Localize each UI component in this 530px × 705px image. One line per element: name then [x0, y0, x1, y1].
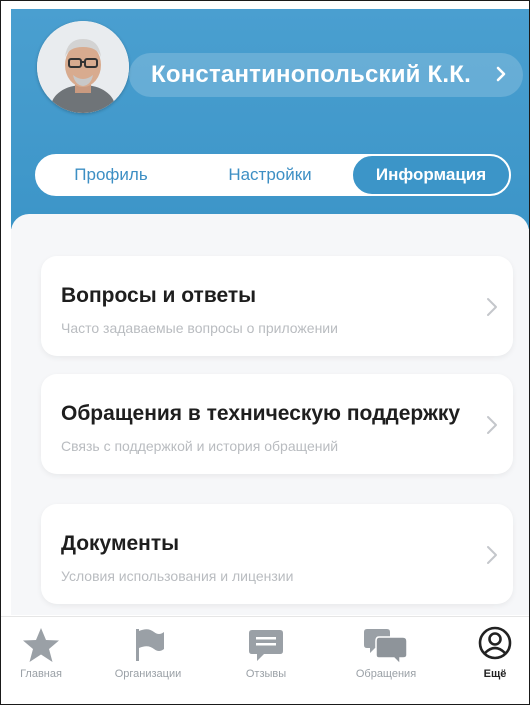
chevron-right-icon: [496, 66, 506, 82]
chevron-right-icon: [487, 298, 497, 316]
card-subtitle: Условия использования и лицензии: [61, 568, 294, 584]
chevron-right-icon: [487, 416, 497, 434]
user-circle-icon: [478, 626, 512, 660]
profile-name-button[interactable]: Константинопольский К.К.: [129, 53, 523, 97]
tabbar-label: Главная: [20, 668, 62, 680]
tabbar-label: Организации: [114, 668, 182, 680]
bottom-tab-bar: Главная Организации Отзывы Обращения Ещё: [1, 616, 529, 704]
flag-icon: [136, 629, 164, 661]
tab-information[interactable]: Информация: [353, 156, 509, 194]
card-title: Документы: [61, 532, 180, 555]
tab-profile[interactable]: Профиль: [51, 156, 171, 194]
star-icon: [23, 628, 59, 662]
card-subtitle: Связь с поддержкой и история обращений: [61, 438, 339, 454]
tabbar-reviews[interactable]: Отзывы: [221, 617, 311, 704]
chevron-right-icon: [487, 546, 497, 564]
screen: Константинопольский К.К. Профиль Настрой…: [11, 9, 529, 615]
card-documents[interactable]: Документы Условия использования и лиценз…: [41, 504, 513, 604]
tabbar-more[interactable]: Ещё: [463, 617, 527, 704]
chat-icon: [249, 630, 283, 661]
avatar[interactable]: [37, 21, 129, 113]
card-faq[interactable]: Вопросы и ответы Часто задаваемые вопрос…: [41, 256, 513, 356]
profile-header: Константинопольский К.К. Профиль Настрой…: [11, 9, 529, 229]
avatar-photo: [37, 21, 129, 113]
tabbar-appeals[interactable]: Обращения: [331, 617, 441, 704]
card-support[interactable]: Обращения в техническую поддержку Связь …: [41, 374, 513, 474]
card-title: Вопросы и ответы: [61, 284, 257, 307]
tabbar-label: Ещё: [483, 668, 507, 680]
chats-icon: [364, 629, 408, 665]
tabbar-organizations[interactable]: Организации: [93, 617, 203, 704]
segmented-control: Профиль Настройки Информация: [35, 154, 511, 196]
card-subtitle: Часто задаваемые вопросы о приложении: [61, 320, 338, 336]
app-frame: Константинопольский К.К. Профиль Настрой…: [0, 0, 530, 705]
tabbar-label: Отзывы: [245, 668, 287, 680]
tab-settings[interactable]: Настройки: [205, 156, 335, 194]
tabbar-home[interactable]: Главная: [1, 617, 81, 704]
info-list: Вопросы и ответы Часто задаваемые вопрос…: [11, 214, 529, 615]
tabbar-label: Обращения: [355, 668, 417, 680]
card-title: Обращения в техническую поддержку: [61, 402, 461, 425]
profile-name: Константинопольский К.К.: [151, 61, 471, 88]
